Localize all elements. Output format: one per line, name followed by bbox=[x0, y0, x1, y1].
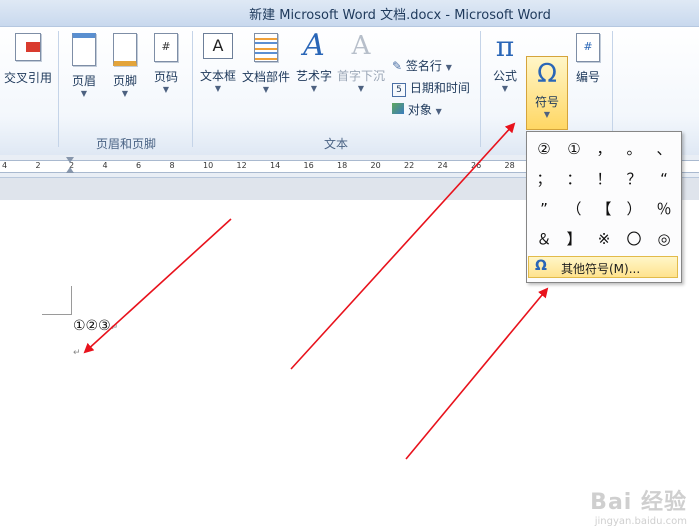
arrow-to-document bbox=[83, 218, 232, 354]
annotation-arrows bbox=[83, 122, 549, 460]
arrow-to-symbol-button bbox=[290, 122, 516, 370]
baidu-watermark: Bai 经验 jingyan.baidu.com bbox=[590, 484, 687, 527]
arrow-to-more-symbols bbox=[405, 287, 549, 460]
watermark-url: jingyan.baidu.com bbox=[594, 516, 687, 527]
watermark-brand: Bai 经验 bbox=[590, 490, 687, 515]
